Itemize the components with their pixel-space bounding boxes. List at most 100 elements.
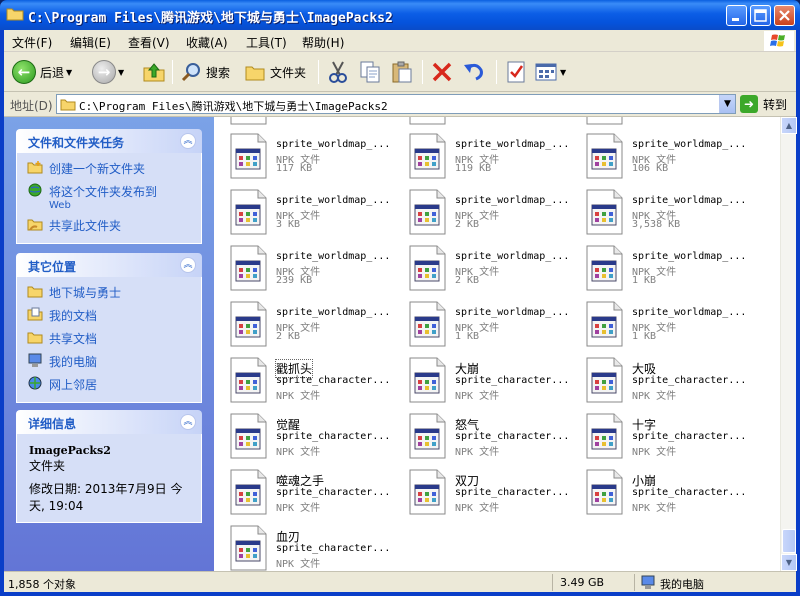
file-item[interactable]: sprite_worldmap_... NPK 文件 1 KB bbox=[401, 295, 571, 347]
npk-file-icon bbox=[230, 189, 267, 235]
address-dropdown-button[interactable]: ▼ bbox=[719, 95, 735, 113]
file-type: NPK 文件 bbox=[455, 447, 500, 458]
toolbar: ← 后退 ▼ → ▼ 搜索 文件夹 ▼ bbox=[4, 52, 796, 92]
place-item-1[interactable]: 地下城与勇士 bbox=[27, 281, 201, 304]
menu-tools[interactable]: 工具(T) bbox=[246, 34, 287, 51]
properties-button[interactable] bbox=[504, 58, 528, 86]
file-item[interactable]: 噬魂之手 sprite_character... NPK 文件 bbox=[222, 463, 392, 515]
copy-button[interactable] bbox=[358, 58, 382, 86]
file-item[interactable]: 戳抓头 sprite_character... NPK 文件 bbox=[222, 351, 392, 403]
maximize-icon bbox=[754, 9, 767, 22]
file-item[interactable]: sprite_worldmap_... NPK 文件 3,538 KB bbox=[578, 183, 748, 235]
tasks-panel-body: 创建一个新文件夹将这个文件夹发布到 Web 共享此文件夹 bbox=[16, 153, 202, 244]
chevron-down-icon[interactable]: ▼ bbox=[560, 68, 566, 77]
file-description: sprite_character... bbox=[276, 375, 391, 386]
place-item-3[interactable]: 共享文档 bbox=[27, 327, 201, 350]
toolbar-separator bbox=[496, 60, 497, 84]
status-location: 我的电脑 bbox=[660, 578, 704, 591]
window-border-right bbox=[796, 30, 800, 596]
folder-icon bbox=[6, 8, 24, 21]
place-item-4[interactable]: 我的电脑 bbox=[27, 350, 201, 373]
file-item[interactable]: 双刀 sprite_character... NPK 文件 bbox=[401, 463, 571, 515]
collapse-chevron-icon[interactable]: ︽ bbox=[180, 133, 196, 149]
file-item[interactable]: sprite_worldmap_... NPK 文件 1 KB bbox=[578, 295, 748, 347]
scroll-up-button[interactable]: ▲ bbox=[781, 117, 797, 134]
file-item[interactable]: sprite_worldmap_... NPK 文件 2 KB bbox=[222, 295, 392, 347]
title-bar[interactable]: C:\Program Files\腾讯游戏\地下城与勇士\ImagePacks2 bbox=[0, 0, 800, 30]
undo-button[interactable] bbox=[462, 58, 486, 86]
file-item[interactable]: 大崩 sprite_character... NPK 文件 bbox=[401, 351, 571, 403]
file-item[interactable]: sprite_worldmap_... NPK 文件 117 KB bbox=[222, 127, 392, 179]
minimize-button[interactable] bbox=[726, 5, 747, 26]
file-description: sprite_character... bbox=[276, 543, 391, 554]
forward-button[interactable]: → ▼ bbox=[92, 58, 124, 86]
toolbar-separator bbox=[422, 60, 423, 84]
paste-button[interactable] bbox=[390, 58, 414, 86]
task-item-label: 将这个文件夹发布到 Web bbox=[49, 185, 158, 211]
npk-file-icon bbox=[586, 357, 623, 403]
vertical-scrollbar[interactable]: ▲ ▼ bbox=[780, 117, 797, 571]
collapse-chevron-icon[interactable]: ︽ bbox=[180, 257, 196, 273]
file-item[interactable]: sprite_worldmap_... NPK 文件 2 KB bbox=[401, 183, 571, 235]
maximize-button[interactable] bbox=[750, 5, 771, 26]
place-item-2[interactable]: 我的文档 bbox=[27, 304, 201, 327]
file-item[interactable]: sprite_worldmap_... NPK 文件 119 KB bbox=[401, 127, 571, 179]
other-places-header[interactable]: 其它位置 ︽ bbox=[16, 253, 202, 277]
close-button[interactable] bbox=[774, 5, 795, 26]
menu-favorites[interactable]: 收藏(A) bbox=[186, 34, 228, 51]
file-item[interactable]: 十字 sprite_character... NPK 文件 bbox=[578, 407, 748, 459]
chevron-down-icon[interactable]: ▼ bbox=[118, 68, 124, 77]
file-item-partial[interactable] bbox=[222, 117, 392, 125]
place-item-5[interactable]: 网上邻居 bbox=[27, 373, 201, 396]
go-button[interactable]: ➜ 转到 bbox=[740, 95, 787, 113]
file-item[interactable]: 血刃 sprite_character... NPK 文件 bbox=[222, 519, 392, 571]
task-item-3[interactable]: 共享此文件夹 bbox=[27, 214, 201, 237]
npk-file-icon bbox=[230, 413, 267, 459]
file-type: NPK 文件 bbox=[276, 391, 321, 402]
task-item-1[interactable]: 创建一个新文件夹 bbox=[27, 157, 201, 180]
npk-file-icon bbox=[230, 525, 267, 571]
file-type: NPK 文件 bbox=[455, 391, 500, 402]
file-item[interactable]: sprite_worldmap_... NPK 文件 106 KB bbox=[578, 127, 748, 179]
scroll-down-button[interactable]: ▼ bbox=[781, 554, 797, 571]
file-item[interactable]: sprite_worldmap_... NPK 文件 239 KB bbox=[222, 239, 392, 291]
file-item[interactable]: 小崩 sprite_character... NPK 文件 bbox=[578, 463, 748, 515]
up-folder-button[interactable] bbox=[142, 58, 166, 86]
chevron-down-icon[interactable]: ▼ bbox=[66, 68, 72, 77]
menu-view[interactable]: 查看(V) bbox=[128, 34, 170, 51]
file-item[interactable]: 怒气 sprite_character... NPK 文件 bbox=[401, 407, 571, 459]
my-documents-icon bbox=[27, 307, 43, 321]
search-label: 搜索 bbox=[206, 65, 231, 80]
menu-file[interactable]: 文件(F) bbox=[12, 34, 52, 51]
scroll-thumb[interactable] bbox=[782, 529, 796, 553]
share-folder-icon bbox=[27, 219, 43, 231]
address-input[interactable]: C:\Program Files\腾讯游戏\地下城与勇士\ImagePacks2… bbox=[56, 94, 736, 114]
file-item[interactable]: 大吸 sprite_character... NPK 文件 bbox=[578, 351, 748, 403]
file-item-partial[interactable] bbox=[401, 117, 571, 125]
task-item-2[interactable]: 将这个文件夹发布到 Web bbox=[27, 180, 201, 214]
back-button[interactable]: ← 后退 ▼ bbox=[12, 58, 72, 86]
collapse-chevron-icon[interactable]: ︽ bbox=[180, 414, 196, 430]
file-item[interactable]: sprite_worldmap_... NPK 文件 2 KB bbox=[401, 239, 571, 291]
up-folder-icon bbox=[143, 63, 165, 82]
new-folder-icon bbox=[27, 161, 43, 174]
file-item-partial[interactable] bbox=[578, 117, 748, 125]
search-button[interactable]: 搜索 bbox=[180, 58, 230, 86]
file-item[interactable]: sprite_worldmap_... NPK 文件 1 KB bbox=[578, 239, 748, 291]
views-button[interactable]: ▼ bbox=[534, 58, 566, 86]
menu-edit[interactable]: 编辑(E) bbox=[70, 34, 111, 51]
cut-button[interactable] bbox=[326, 58, 350, 86]
npk-file-icon bbox=[586, 133, 623, 179]
menu-help[interactable]: 帮助(H) bbox=[302, 34, 344, 51]
status-separator bbox=[634, 574, 635, 591]
file-item[interactable]: 觉醒 sprite_character... NPK 文件 bbox=[222, 407, 392, 459]
details-panel-header[interactable]: 详细信息 ︽ bbox=[16, 410, 202, 434]
file-item[interactable]: sprite_worldmap_... NPK 文件 3 KB bbox=[222, 183, 392, 235]
file-list-view[interactable]: sprite_worldmap_... NPK 文件 117 KB sprite_wo… bbox=[214, 117, 780, 571]
delete-button[interactable] bbox=[430, 58, 454, 86]
other-places-panel: 其它位置 ︽ 地下城与勇士 我的文档 共享文档 我的电脑 网上邻居 bbox=[16, 253, 202, 403]
npk-file-icon bbox=[586, 189, 623, 235]
file-size: 106 KB bbox=[632, 163, 669, 174]
tasks-panel-header[interactable]: 文件和文件夹任务 ︽ bbox=[16, 129, 202, 153]
folders-button[interactable]: 文件夹 bbox=[244, 58, 306, 86]
